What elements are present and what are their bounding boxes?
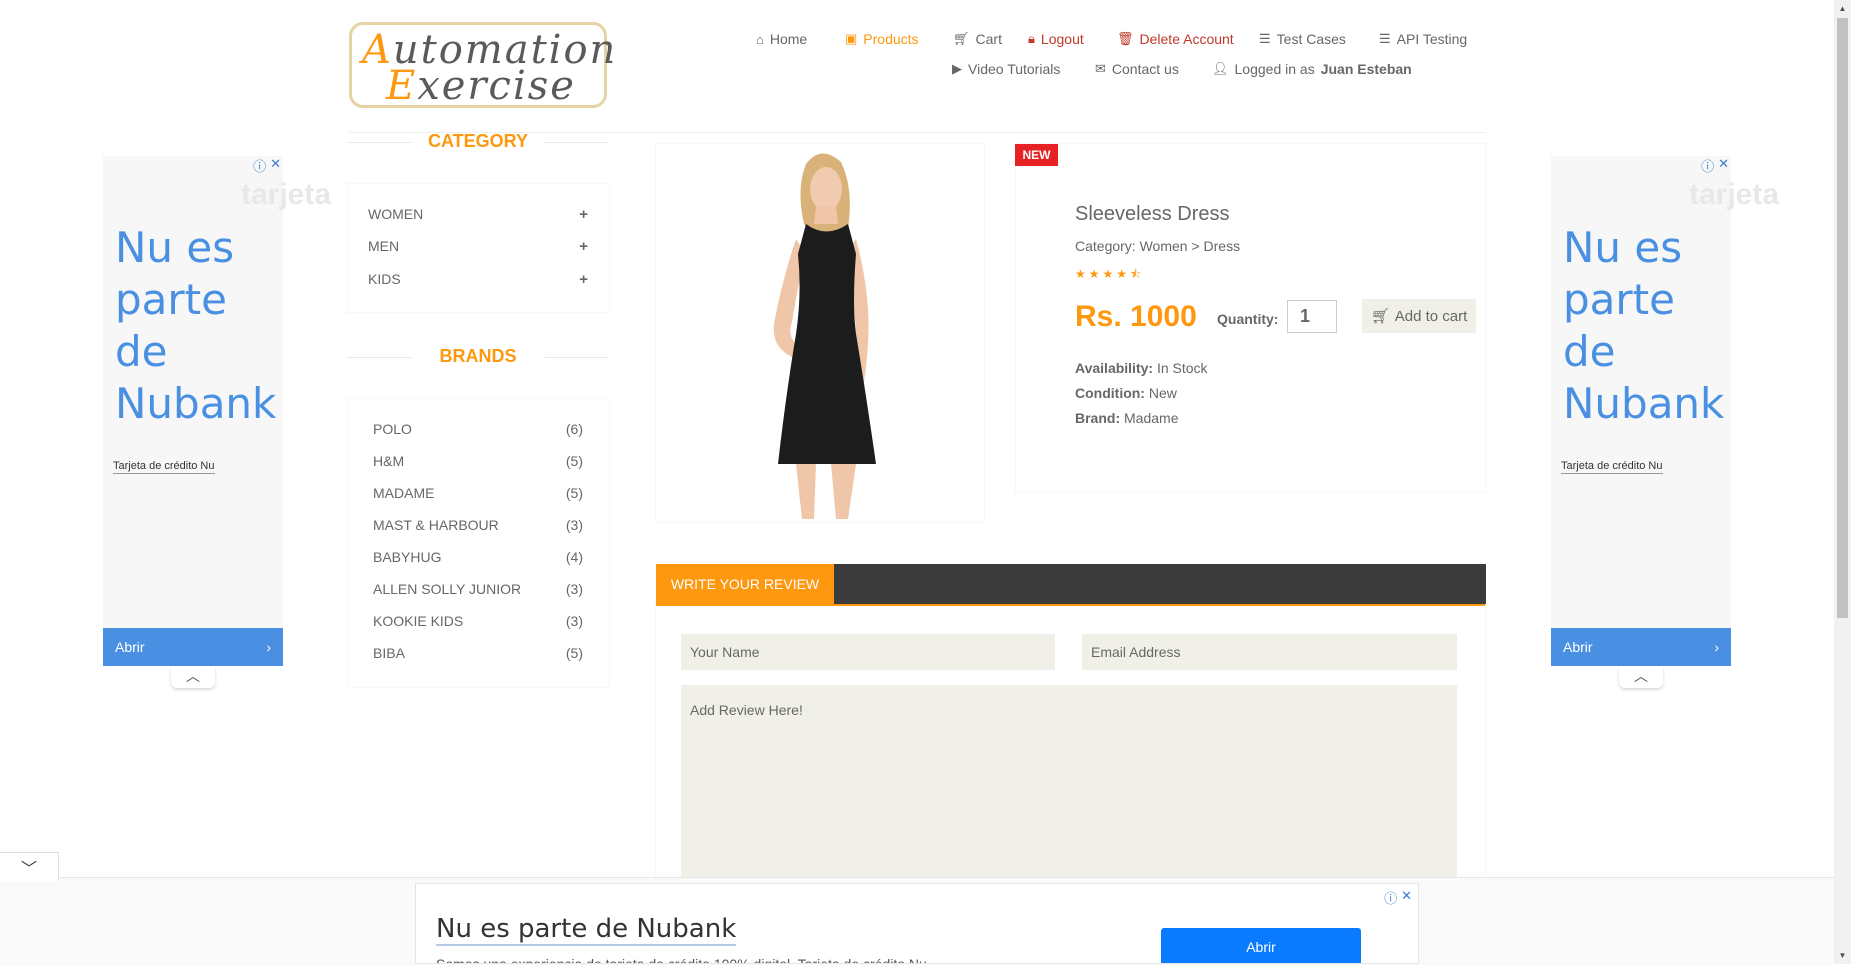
quantity-input[interactable]: 1	[1287, 300, 1337, 333]
logged-in-status: 👤︎ Logged in as Juan Esteban	[1212, 61, 1412, 77]
category-women[interactable]: WOMEN +	[368, 206, 588, 223]
new-badge: NEW	[1015, 144, 1058, 166]
brand-item[interactable]: H&M (5)	[373, 453, 583, 469]
ad-subtitle-link[interactable]: Tarjeta de crédito Nu	[113, 460, 215, 474]
bottom-ad-collapse-button[interactable]: ﹀	[0, 852, 59, 881]
condition-row: Condition: New	[1075, 385, 1177, 401]
review-textarea[interactable]: Add Review Here!	[681, 685, 1457, 885]
availability-row: Availability: In Stock	[1075, 360, 1208, 376]
ad-headline: Nu es parte de Nubank	[1563, 223, 1725, 428]
ad-subtitle-link[interactable]: Tarjeta de crédito Nu	[1561, 460, 1663, 474]
nav-products[interactable]: ▣ Products	[845, 31, 919, 47]
bottom-ad-headline[interactable]: Nu es parte de Nubank	[436, 914, 737, 946]
brand-item[interactable]: ALLEN SOLLY JUNIOR (3)	[373, 581, 583, 597]
heading-rule-left	[347, 357, 411, 358]
home-icon: ⌂	[756, 31, 764, 47]
review-email-input[interactable]: Email Address	[1082, 634, 1457, 670]
left-side-ad[interactable]: tarjeta ⓘ ✕ Nu es parte de Nubank Tarjeta…	[103, 156, 332, 688]
nav-cart[interactable]: 🛒︎ Cart	[953, 31, 1002, 47]
brand-item[interactable]: POLO (6)	[373, 421, 583, 437]
ad-watermark: tarjeta	[1689, 178, 1780, 211]
nav-delete-account[interactable]: 🗑︎ Delete Account	[1117, 31, 1234, 47]
envelope-icon: ✉	[1095, 61, 1106, 76]
chevron-up-icon: ︿	[1634, 668, 1648, 684]
brand-item[interactable]: MADAME (5)	[373, 485, 583, 501]
nav-video-tutorials[interactable]: ▶ Video Tutorials	[952, 61, 1060, 77]
user-icon: 👤︎	[1212, 61, 1229, 76]
logo-line-2: Exercise	[386, 63, 576, 109]
chevron-up-icon: ︿	[186, 668, 200, 684]
category-kids[interactable]: KIDS +	[368, 271, 588, 288]
nav-home[interactable]: ⌂ Home	[756, 31, 807, 47]
brands-panel: POLO (6) H&M (5) MADAME (5) MAST & HARBOUR(…	[347, 398, 610, 688]
close-icon[interactable]: ✕	[1718, 156, 1729, 175]
plus-icon[interactable]: +	[579, 238, 588, 255]
category-panel: WOMEN + MEN + KIDS +	[347, 183, 610, 313]
brand-row: Brand: Madame	[1075, 410, 1179, 426]
trash-icon: 🗑︎	[1117, 31, 1134, 46]
youtube-play-icon: ▶	[952, 61, 962, 76]
close-icon[interactable]: ✕	[1401, 888, 1412, 907]
brand-item[interactable]: KOOKIE KIDS (3)	[373, 613, 583, 629]
bottom-banner-ad[interactable]: ⓘ ✕ Nu es parte de Nubank Somos una exper…	[415, 883, 1419, 964]
quantity-label: Quantity:	[1217, 311, 1279, 327]
nav-contact-us[interactable]: ✉ Contact us	[1095, 61, 1179, 77]
scroll-down-arrow-icon[interactable]: ▼	[1834, 947, 1851, 964]
ad-open-button[interactable]: Abrir ›	[1551, 628, 1731, 666]
tab-write-review[interactable]: WRITE YOUR REVIEW	[656, 564, 834, 604]
plus-icon[interactable]: +	[579, 271, 588, 288]
brand-item[interactable]: BABYHUG (4)	[373, 549, 583, 565]
review-name-input[interactable]: Your Name	[681, 634, 1055, 670]
ad-collapse-tab[interactable]: ︿	[171, 666, 215, 688]
brand-item[interactable]: MAST & HARBOUR (3)	[373, 517, 583, 533]
site-logo[interactable]: Automation Exercise	[349, 22, 615, 109]
list-icon: ☰	[1379, 31, 1391, 46]
ad-open-button[interactable]: Abrir ›	[103, 628, 283, 666]
ad-watermark: tarjeta	[241, 178, 332, 211]
ad-close-controls[interactable]: ⓘ ✕	[1384, 888, 1412, 907]
rating-stars: ★★★★⯪	[1075, 267, 1145, 281]
ad-close-controls[interactable]: ⓘ ✕	[253, 156, 281, 175]
ad-headline: Nu es parte de Nubank	[115, 223, 277, 428]
scroll-up-arrow-icon[interactable]: ▲	[1834, 0, 1851, 17]
cart-icon: 🛒︎	[953, 31, 970, 46]
shopping-bag-icon: ▣	[845, 31, 858, 46]
add-to-cart-button[interactable]: 🛒︎ Add to cart	[1362, 299, 1476, 333]
list-icon: ☰	[1259, 31, 1271, 46]
info-icon[interactable]: ⓘ	[253, 156, 266, 175]
close-icon[interactable]: ✕	[270, 156, 281, 175]
product-price: Rs. 1000	[1075, 300, 1197, 333]
scrollbar-thumb[interactable]	[1837, 18, 1848, 618]
username: Juan Esteban	[1320, 61, 1412, 77]
product-photo	[773, 153, 876, 519]
chevron-right-icon: ›	[266, 639, 271, 655]
brand-item[interactable]: BIBA (5)	[373, 645, 583, 661]
nav-api-testing[interactable]: ☰ API Testing	[1379, 31, 1467, 47]
chevron-down-icon: ﹀	[20, 861, 37, 878]
product-category: Category: Women > Dress	[1075, 238, 1241, 254]
bottom-ad-subtext: Somos una experiencia de tarjeta de créd…	[436, 956, 927, 964]
category-men[interactable]: MEN +	[368, 238, 588, 255]
info-icon[interactable]: ⓘ	[1384, 888, 1397, 907]
lock-icon: 🔒︎	[1028, 31, 1035, 46]
nav-logout[interactable]: 🔒︎ Logout	[1028, 31, 1084, 47]
brands-heading: BRANDS	[347, 346, 609, 367]
heading-rule-right	[545, 142, 609, 143]
chevron-right-icon: ›	[1714, 639, 1719, 655]
category-heading: CATEGORY	[347, 131, 609, 152]
heading-rule-right	[545, 357, 609, 358]
product-image	[655, 143, 985, 523]
cart-icon: 🛒︎	[1370, 308, 1390, 325]
product-name: Sleeveless Dress	[1075, 203, 1230, 225]
heading-rule-left	[347, 142, 411, 143]
info-icon[interactable]: ⓘ	[1701, 156, 1714, 175]
right-side-ad[interactable]: tarjeta ⓘ ✕ Nu es parte de Nubank Tarjeta…	[1551, 156, 1780, 688]
bottom-ad-open-button[interactable]: Abrir	[1161, 928, 1361, 963]
ad-close-controls[interactable]: ⓘ ✕	[1701, 156, 1729, 175]
ad-collapse-tab[interactable]: ︿	[1619, 666, 1663, 688]
plus-icon[interactable]: +	[579, 206, 588, 223]
nav-test-cases[interactable]: ☰ Test Cases	[1259, 31, 1346, 47]
